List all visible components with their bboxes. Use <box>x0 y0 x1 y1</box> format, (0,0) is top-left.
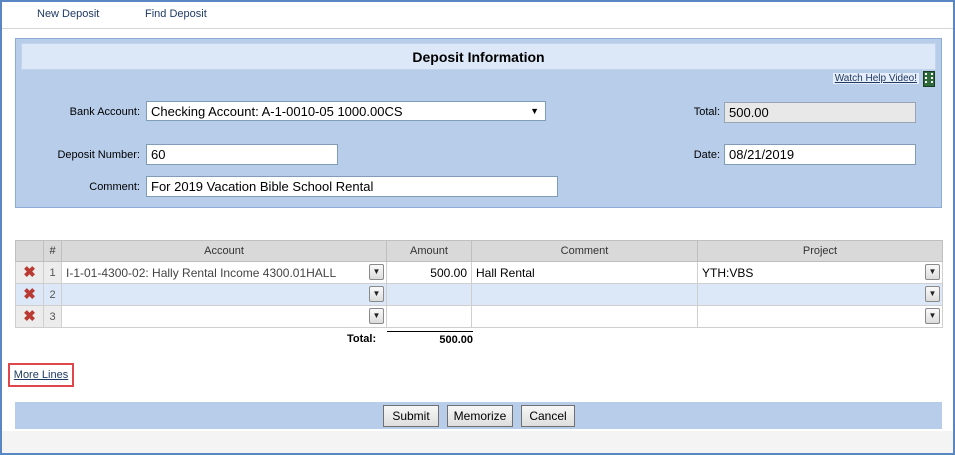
comment-cell[interactable] <box>471 305 698 328</box>
row-number: 1 <box>43 261 62 284</box>
chevron-down-icon[interactable]: ▼ <box>925 308 940 324</box>
project-value: YTH:VBS <box>702 265 754 280</box>
table-row: ✖ 3 ▼ ▼ <box>15 305 943 328</box>
watch-help-video-link[interactable]: Watch Help Video! <box>832 73 919 84</box>
account-column-header: Account <box>61 240 387 262</box>
chevron-down-icon[interactable]: ▼ <box>369 308 384 324</box>
date-input[interactable]: 08/21/2019 <box>724 144 916 165</box>
amount-cell[interactable]: 500.00 <box>386 261 472 284</box>
table-row: ✖ 1 I-1-01-4300-02: Hally Rental Income … <box>15 261 943 284</box>
project-cell[interactable]: ▼ <box>697 305 943 328</box>
comment-cell[interactable] <box>471 283 698 306</box>
bank-account-label: Bank Account: <box>69 106 140 118</box>
total-field: 500.00 <box>724 102 916 123</box>
comment-cell[interactable]: Hall Rental <box>471 261 698 284</box>
find-deposit-link[interactable]: Find Deposit <box>145 8 207 20</box>
memorize-button[interactable]: Memorize <box>447 405 513 427</box>
number-column-header: # <box>43 240 62 262</box>
comment-column-header: Comment <box>471 240 698 262</box>
cancel-button[interactable]: Cancel <box>521 405 575 427</box>
account-value: I-1-01-4300-02: Hally Rental Income 4300… <box>66 265 337 280</box>
delete-x-icon: ✖ <box>23 286 36 303</box>
chevron-down-icon[interactable]: ▼ <box>369 286 384 302</box>
grid-total-label: Total: <box>347 333 377 345</box>
bank-account-select[interactable]: Checking Account: A-1-0010-05 1000.00CS … <box>146 101 546 121</box>
submit-button[interactable]: Submit <box>383 405 439 427</box>
account-cell[interactable]: ▼ <box>61 283 387 306</box>
account-cell[interactable]: I-1-01-4300-02: Hally Rental Income 4300… <box>61 261 387 284</box>
delete-x-icon: ✖ <box>23 264 36 281</box>
deposit-info-panel: Deposit Information Watch Help Video! Ba… <box>15 38 942 208</box>
comment-input[interactable]: For 2019 Vacation Bible School Rental <box>146 176 558 197</box>
dropdown-arrow-icon: ▼ <box>530 106 539 116</box>
project-cell[interactable]: ▼ <box>697 283 943 306</box>
row-number: 2 <box>43 283 62 306</box>
delete-column-header <box>15 240 44 262</box>
deposit-number-input[interactable]: 60 <box>146 144 338 165</box>
amount-cell[interactable] <box>386 305 472 328</box>
delete-row-button[interactable]: ✖ <box>15 283 44 306</box>
chevron-down-icon[interactable]: ▼ <box>925 286 940 302</box>
button-bar: Submit Memorize Cancel <box>15 402 942 429</box>
project-cell[interactable]: YTH:VBS ▼ <box>697 261 943 284</box>
date-label: Date: <box>693 149 720 161</box>
comment-label: Comment: <box>89 181 140 193</box>
deposit-number-label: Deposit Number: <box>57 149 140 161</box>
account-cell[interactable]: ▼ <box>61 305 387 328</box>
delete-row-button[interactable]: ✖ <box>15 305 44 328</box>
deposit-lines-table: # Account Amount Comment Project ✖ 1 I-1… <box>15 240 943 328</box>
grid-total-value: 500.00 <box>387 331 473 346</box>
amount-cell[interactable] <box>386 283 472 306</box>
bank-account-value: Checking Account: A-1-0010-05 1000.00CS <box>151 104 403 119</box>
project-column-header: Project <box>697 240 943 262</box>
table-row: ✖ 2 ▼ ▼ <box>15 283 943 306</box>
row-number: 3 <box>43 305 62 328</box>
table-header-row: # Account Amount Comment Project <box>15 240 943 262</box>
amount-column-header: Amount <box>386 240 472 262</box>
top-nav: New Deposit Find Deposit <box>2 2 953 29</box>
bottom-strip <box>2 431 953 453</box>
chevron-down-icon[interactable]: ▼ <box>925 264 940 280</box>
more-lines-link[interactable]: More Lines <box>8 363 74 387</box>
delete-row-button[interactable]: ✖ <box>15 261 44 284</box>
total-label: Total: <box>693 106 720 118</box>
film-icon[interactable] <box>923 71 935 87</box>
panel-title: Deposit Information <box>21 43 936 70</box>
chevron-down-icon[interactable]: ▼ <box>369 264 384 280</box>
new-deposit-link[interactable]: New Deposit <box>37 8 99 20</box>
delete-x-icon: ✖ <box>23 308 36 325</box>
